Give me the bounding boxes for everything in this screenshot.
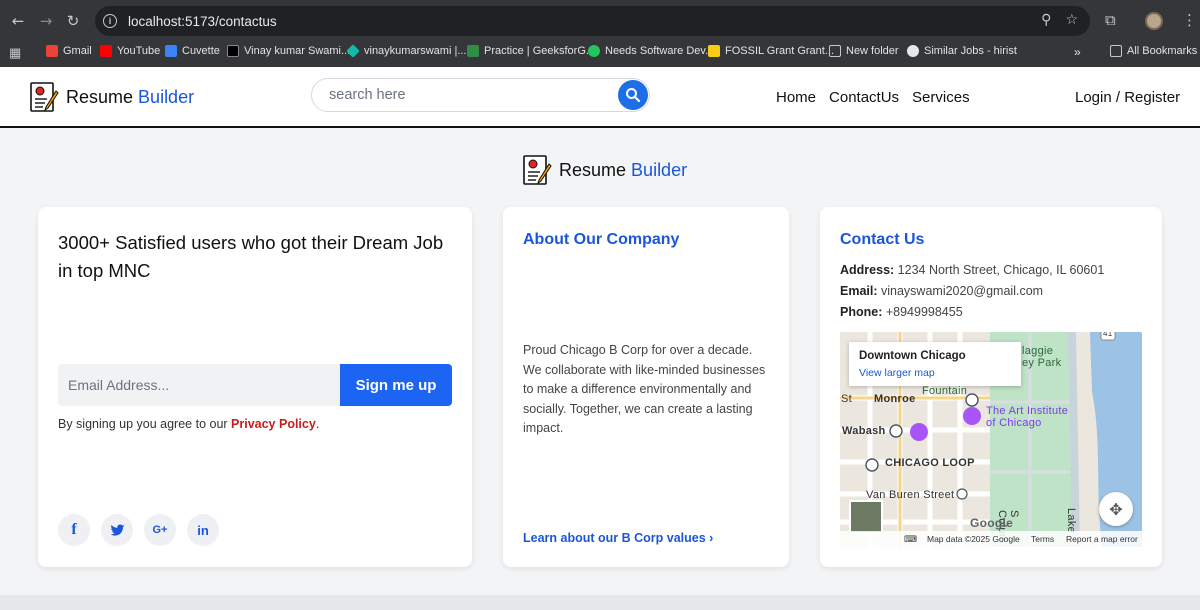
bookmark-x[interactable]: Vinay kumar Swami... [227, 45, 350, 57]
about-text: Proud Chicago B Corp for over a decade. … [523, 343, 766, 435]
email-line: Email: vinayswami2020@gmail.com [840, 284, 1044, 298]
resume-logo-icon [523, 155, 552, 185]
brand-name: Resume Builder [66, 86, 195, 107]
more-bookmarks-icon[interactable]: » [1074, 45, 1081, 59]
map-data-credit: Map data ©2025 Google [927, 534, 1020, 544]
view-larger-map-link[interactable]: View larger map [859, 367, 935, 379]
map-info-box: Downtown Chicago View larger map [849, 342, 1021, 386]
folder-icon [1110, 45, 1122, 57]
x-icon [227, 45, 239, 57]
sign-me-up-button[interactable]: Sign me up [340, 364, 452, 406]
contact-card: Contact Us Address: 1234 North Street, C… [820, 207, 1162, 567]
nav-home[interactable]: Home [776, 89, 816, 106]
bookmark-geeksforgeeks[interactable]: Practice | GeeksforG... [467, 45, 595, 57]
bookmark-fossil[interactable]: FOSSIL Grant Grant... [708, 45, 834, 57]
google-map[interactable]: St Monroe Wabash CHICAGO LOOP Van Buren … [840, 332, 1142, 547]
cuvette-icon [165, 45, 177, 57]
privacy-notice: By signing up you agree to our Privacy P… [58, 417, 320, 431]
about-title: About Our Company [523, 231, 680, 248]
map-satellite-toggle[interactable] [849, 500, 883, 534]
bookmark-new-folder[interactable]: New folder [829, 45, 899, 57]
back-icon[interactable]: ← [8, 11, 28, 31]
email-field[interactable] [58, 364, 340, 406]
google-plus-icon[interactable]: G+ [144, 514, 176, 546]
folder-icon [829, 45, 841, 57]
address-bar[interactable]: i localhost:5173/contactus ⚲ ☆ [95, 6, 1090, 36]
nav-services[interactable]: Services [912, 89, 970, 106]
signup-headline: 3000+ Satisfied users who got their Drea… [58, 232, 444, 281]
bookmark-linkedin[interactable]: vinaykumarswami |... [346, 44, 467, 58]
brand-logo[interactable]: Resume Builder [29, 81, 194, 113]
phone-line: Phone: +8949998455 [840, 305, 963, 319]
fossil-icon [708, 45, 720, 57]
nav-contactus[interactable]: ContactUs [829, 89, 899, 106]
zoom-icon[interactable]: ⚲ [1041, 12, 1051, 28]
extensions-icon[interactable]: ⧉ [1105, 11, 1116, 29]
runner-icon [907, 45, 919, 57]
map-label-maggie: laggie [1022, 345, 1054, 357]
map-label-park: ey Park [1022, 357, 1062, 369]
search-input[interactable] [329, 87, 609, 103]
bookmark-needs-software[interactable]: Needs Software Dev... [588, 45, 714, 57]
map-label-loop: CHICAGO LOOP [885, 457, 975, 469]
social-links: f G+ in [58, 514, 219, 546]
page-footer-strip [0, 595, 1200, 610]
gmail-icon [46, 45, 58, 57]
map-label-route: 41 [1103, 332, 1113, 338]
all-bookmarks[interactable]: All Bookmarks [1110, 45, 1197, 57]
keyboard-icon[interactable]: ⌨ [904, 534, 917, 545]
bookmark-similar-jobs[interactable]: Similar Jobs - hirist [907, 45, 1017, 57]
address-line: Address: 1234 North Street, Chicago, IL … [840, 263, 1105, 277]
login-register-link[interactable]: Login / Register [1075, 89, 1180, 106]
report-map-error-link[interactable]: Report a map error [1066, 534, 1138, 544]
map-terms-link[interactable]: Terms [1031, 534, 1054, 544]
map-label-lake: Lake [1065, 508, 1077, 534]
bookmark-youtube[interactable]: YouTube [100, 45, 160, 57]
map-place-name: Downtown Chicago [859, 350, 966, 362]
facebook-icon[interactable]: f [58, 514, 90, 546]
brand-name: Resume Builder [559, 159, 688, 180]
about-card: About Our Company Proud Chicago B Corp f… [503, 207, 789, 567]
youtube-icon [100, 45, 112, 57]
avatar[interactable] [1145, 12, 1163, 30]
apps-grid-icon[interactable]: ▦ [9, 45, 21, 61]
google-logo: Google [970, 516, 1014, 530]
signup-card: 3000+ Satisfied users who got their Drea… [38, 207, 472, 567]
search-icon [626, 88, 641, 103]
signup-form: Sign me up [58, 364, 452, 406]
site-info-icon[interactable]: i [103, 14, 117, 28]
map-label-art-institute: The Art Institute [986, 405, 1069, 417]
resume-logo-icon [30, 82, 59, 112]
twitter-icon[interactable] [101, 514, 133, 546]
menu-icon[interactable]: ⋮ [1182, 11, 1197, 29]
footer-brand-logo[interactable]: Resume Builder [522, 154, 687, 186]
w-icon [588, 45, 600, 57]
url-text[interactable]: localhost:5173/contactus [128, 14, 277, 29]
map-pan-control-icon[interactable]: ✥ [1099, 492, 1133, 526]
bookmark-star-icon[interactable]: ☆ [1065, 12, 1078, 28]
map-attribution: ⌨ Map data ©2025 Google Terms Report a m… [840, 531, 1142, 547]
diamond-icon [346, 44, 360, 58]
privacy-policy-link[interactable]: Privacy Policy [231, 417, 316, 431]
bookmark-gmail[interactable]: Gmail [46, 45, 92, 57]
map-label-fountain: Fountain [922, 385, 968, 397]
forward-icon[interactable]: → [36, 11, 56, 31]
bookmarks-bar: ▦ Gmail YouTube Cuvette Vinay kumar Swam… [0, 40, 1200, 67]
reload-icon[interactable]: ↻ [63, 11, 83, 31]
map-label-wabash: Wabash [842, 425, 886, 437]
contact-title: Contact Us [840, 231, 925, 248]
bookmark-cuvette[interactable]: Cuvette [165, 45, 220, 57]
site-header: Resume Builder Home ContactUs Services L… [0, 67, 1200, 128]
main-nav: Home ContactUs Services [776, 89, 970, 106]
twitter-bird-icon [110, 523, 124, 536]
browser-toolbar: ← → ↻ i localhost:5173/contactus ⚲ ☆ ⧉ ⋮ [0, 0, 1200, 40]
bcorp-values-link[interactable]: Learn about our B Corp values › [523, 531, 713, 545]
gfg-icon [467, 45, 479, 57]
map-label-st: St [841, 393, 852, 405]
search-button[interactable] [618, 80, 648, 110]
search-bar [311, 78, 650, 112]
map-label-monroe: Monroe [874, 393, 916, 405]
map-label-art-institute-2: of Chicago [986, 417, 1042, 429]
linkedin-icon[interactable]: in [187, 514, 219, 546]
